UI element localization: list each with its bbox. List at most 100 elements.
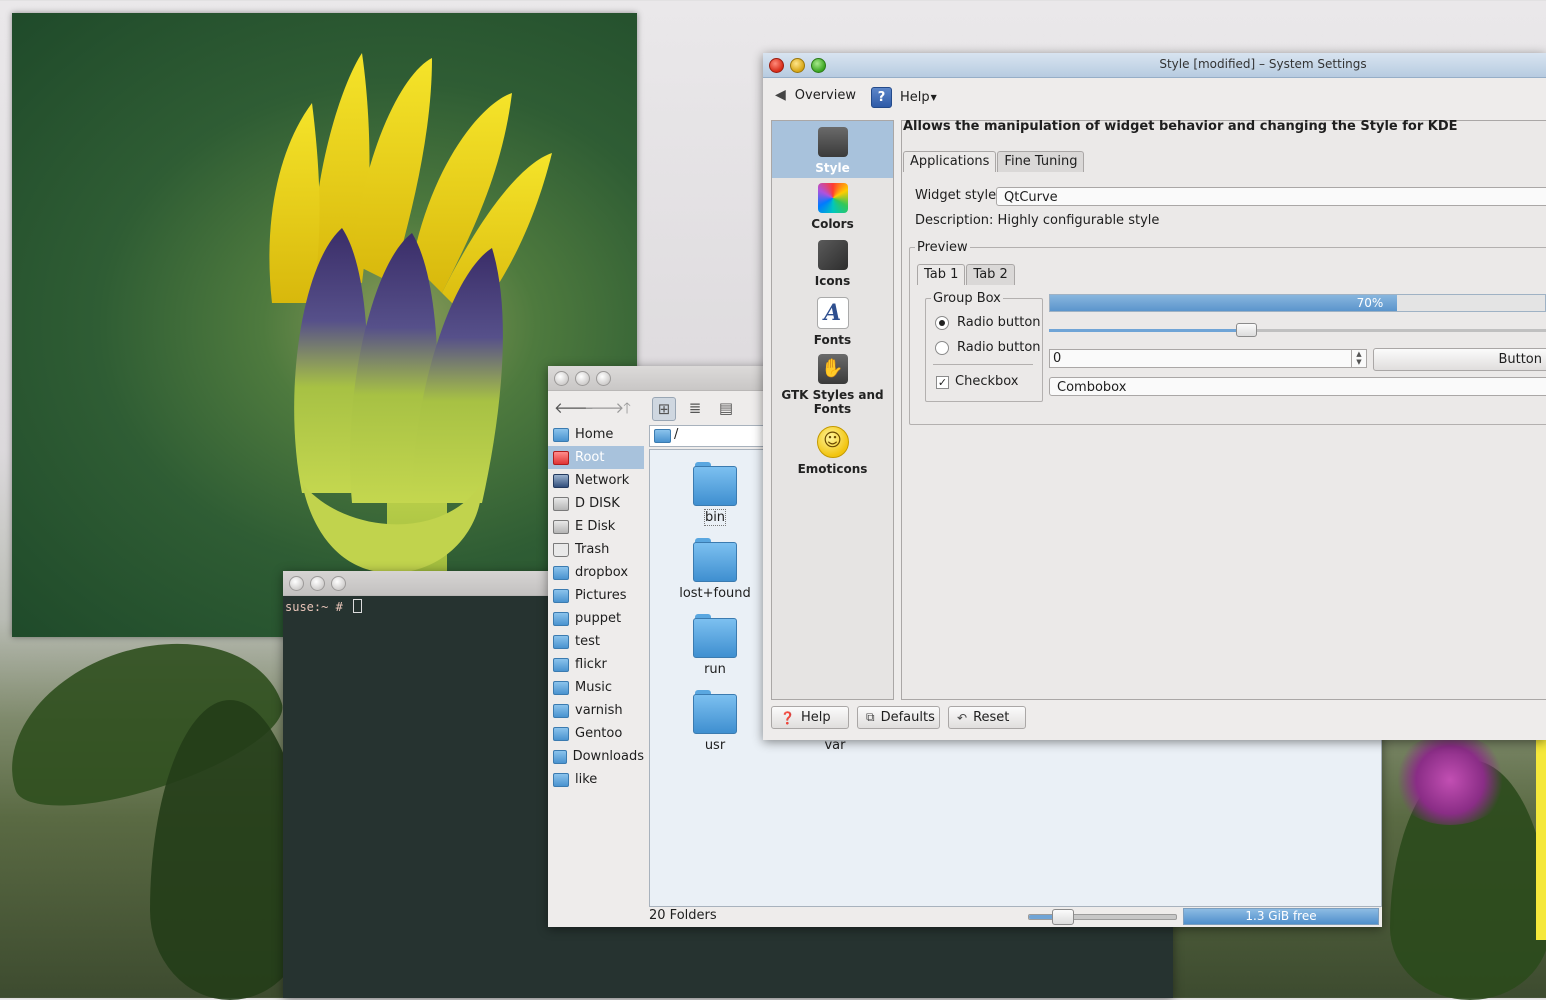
close-button[interactable] (554, 371, 569, 386)
place-puppet[interactable]: puppet (548, 607, 644, 630)
preview-combobox[interactable]: Combobox (1049, 377, 1546, 396)
free-space-text: 1.3 GiB free (1245, 909, 1317, 923)
details-view-icon[interactable]: ≣ (684, 397, 706, 419)
icons-icon (817, 240, 848, 270)
settings-toolbar: ◀ Overview ? Help ▼ (763, 81, 1546, 111)
place-downloads[interactable]: Downloads (548, 745, 644, 768)
place-like[interactable]: like (548, 768, 644, 791)
close-button[interactable] (289, 576, 304, 591)
up-arrow-icon[interactable]: 🡑 (616, 397, 638, 419)
colors-icon (817, 183, 848, 213)
widget-style-label: Widget style: (915, 188, 1001, 203)
reset-button[interactable]: ↶ Reset (948, 706, 1026, 729)
dropdown-arrow-icon: ▼ (930, 93, 937, 102)
places-panel: Home Root Network D DISK E Disk Trash dr… (548, 423, 644, 791)
defaults-button[interactable]: ⧉ Defaults (857, 706, 940, 729)
wallpaper-flower (1390, 735, 1510, 825)
preview-slider[interactable] (1049, 323, 1546, 337)
location-path: / (674, 427, 679, 442)
group-separator (933, 364, 1033, 365)
preview-push-button[interactable]: Button (1373, 348, 1546, 371)
place-trash[interactable]: Trash (548, 538, 644, 561)
place-d-disk[interactable]: D DISK (548, 492, 644, 515)
place-test[interactable]: test (548, 630, 644, 653)
progress-text: 70% (1356, 296, 1384, 310)
overview-button[interactable]: ◀ Overview (775, 87, 856, 103)
spinbox-arrows[interactable]: ▲ ▼ (1351, 350, 1366, 367)
place-e-disk[interactable]: E Disk (548, 515, 644, 538)
free-space-bar: 1.3 GiB free (1183, 908, 1379, 925)
folder-item[interactable]: run (670, 614, 760, 677)
folder-icon (693, 690, 737, 734)
minimize-button[interactable] (310, 576, 325, 591)
folder-icon (693, 538, 737, 582)
module-colors[interactable]: Colors (772, 183, 893, 231)
module-style[interactable]: Style (772, 121, 893, 178)
minimize-button[interactable] (575, 371, 590, 386)
terminal-cursor (353, 599, 363, 613)
zoom-slider[interactable] (1028, 909, 1177, 925)
terminal-prompt: suse:~ # (285, 600, 351, 614)
minimize-button[interactable] (790, 58, 805, 73)
forward-arrow-icon[interactable]: 🡒 (584, 397, 624, 419)
folder-icon (693, 462, 737, 506)
maximize-button[interactable] (331, 576, 346, 591)
place-gentoo[interactable]: Gentoo (548, 722, 644, 745)
slider-handle[interactable] (1236, 323, 1257, 337)
tab-2[interactable]: Tab 2 (966, 264, 1015, 285)
maximize-button[interactable] (811, 58, 826, 73)
preview-tabs: Tab 1 Tab 2 (917, 264, 1016, 285)
folder-item[interactable]: usr (670, 690, 760, 753)
defaults-icon: ⧉ (866, 710, 875, 724)
tab-applications[interactable]: Applications (903, 151, 997, 172)
zoom-slider-handle[interactable] (1052, 909, 1074, 925)
wallpaper-yellow-strip (1536, 740, 1546, 940)
place-root[interactable]: Root (548, 446, 644, 469)
undo-icon: ↶ (957, 710, 968, 725)
widget-style-combo[interactable]: QtCurve (996, 187, 1546, 206)
help-icon: ? (871, 87, 892, 108)
radio-button-1-label: Radio button (957, 315, 1041, 330)
help-icon: ❓ (780, 710, 795, 725)
folder-item[interactable]: lost+found (670, 538, 760, 601)
folder-icon (693, 614, 737, 658)
place-varnish[interactable]: varnish (548, 699, 644, 722)
tab-fine-tuning[interactable]: Fine Tuning (997, 151, 1085, 172)
module-icons[interactable]: Icons (772, 240, 893, 288)
settings-titlebar[interactable]: Style [modified] – System Settings (763, 53, 1546, 78)
preview-progress-bar: 70% (1049, 294, 1546, 312)
radio-button-1[interactable] (935, 316, 949, 330)
preview-spinbox[interactable]: 0 ▲ ▼ (1049, 349, 1367, 368)
back-arrow-icon[interactable]: 🡐 (554, 397, 594, 419)
column-view-icon[interactable]: ▤ (715, 397, 737, 419)
fonts-icon: A (816, 297, 849, 329)
place-pictures[interactable]: Pictures (548, 584, 644, 607)
modules-sidebar: Style Colors Icons A Fonts ✋ GTK Styles … (771, 120, 894, 700)
gnome-foot-icon: ✋ (817, 354, 848, 384)
close-button[interactable] (769, 58, 784, 73)
module-emoticons[interactable]: ☺ Emoticons (772, 426, 893, 476)
style-description: Description: Highly configurable style (915, 213, 1160, 228)
place-home[interactable]: Home (548, 423, 644, 446)
checkbox[interactable]: ✓ (936, 376, 949, 389)
maximize-button[interactable] (596, 371, 611, 386)
place-music[interactable]: Music (548, 676, 644, 699)
style-tabs: Applications Fine Tuning (903, 151, 1085, 172)
module-fonts[interactable]: A Fonts (772, 297, 893, 347)
radio-button-2[interactable] (935, 341, 949, 355)
help-button[interactable]: ❓ Help (771, 706, 849, 729)
tab-1[interactable]: Tab 1 (917, 264, 966, 285)
folder-item[interactable]: bin (670, 462, 760, 526)
icon-view-icon[interactable]: ⊞ (652, 397, 676, 421)
window-title: Style [modified] – System Settings (1159, 57, 1367, 71)
place-dropbox[interactable]: dropbox (548, 561, 644, 584)
smiley-icon: ☺ (816, 426, 849, 458)
place-network[interactable]: Network (548, 469, 644, 492)
help-menu-button[interactable]: ? Help ▼ (871, 87, 937, 108)
place-flickr[interactable]: flickr (548, 653, 644, 676)
module-gtk-styles[interactable]: ✋ GTK Styles and Fonts (772, 354, 893, 416)
status-text: 20 Folders (649, 908, 717, 923)
back-arrow-icon: ◀ (775, 87, 786, 103)
checkbox-label: Checkbox (955, 374, 1019, 389)
group-box-label: Group Box (931, 291, 1003, 306)
